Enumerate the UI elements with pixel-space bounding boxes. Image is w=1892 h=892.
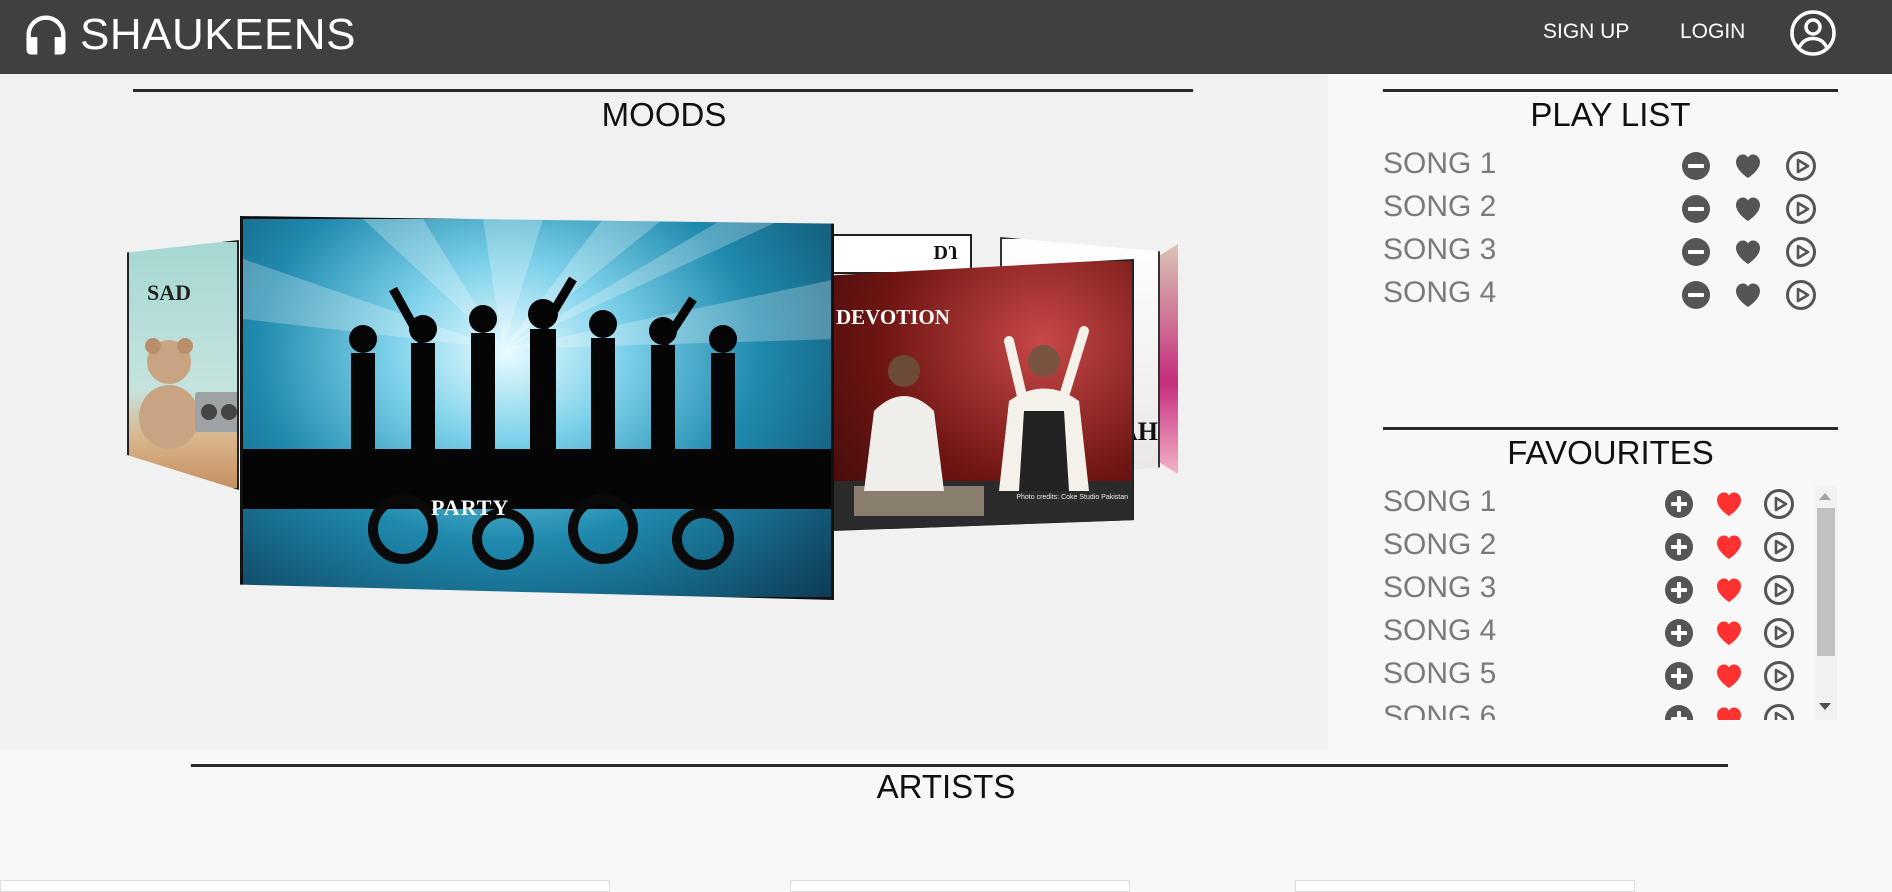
heart-icon[interactable]: [1713, 488, 1745, 520]
favourite-row[interactable]: SONG 1: [1383, 485, 1823, 528]
signup-link[interactable]: SIGN UP: [1543, 20, 1629, 44]
artists-title: ARTISTS: [876, 768, 1016, 805]
scroll-up-icon[interactable]: [1819, 493, 1831, 500]
mood-card-label: PARTY: [431, 495, 510, 520]
playlist-row[interactable]: SONG 3: [1383, 233, 1823, 276]
mood-card-label: SAD: [147, 280, 192, 305]
mood-card-devotion[interactable]: DEVOTION Photo credits: Coke Studio Paki…: [832, 259, 1134, 531]
photo-credit: Photo credits: Coke Studio Pakistan: [1016, 494, 1128, 501]
favourite-row[interactable]: SONG 4: [1383, 614, 1823, 657]
favourites-divider: [1383, 427, 1838, 430]
add-icon[interactable]: [1663, 488, 1695, 520]
play-icon[interactable]: [1763, 703, 1795, 720]
song-name: SONG 1: [1383, 147, 1497, 180]
favourite-row[interactable]: SONG 3: [1383, 571, 1823, 614]
account-circle-icon[interactable]: [1789, 9, 1837, 57]
moods-title: MOODS: [601, 96, 727, 133]
song-name: SONG 3: [1383, 571, 1497, 604]
play-icon[interactable]: [1763, 574, 1795, 606]
play-icon[interactable]: [1785, 150, 1817, 182]
heart-icon[interactable]: [1732, 150, 1764, 182]
heart-icon[interactable]: [1732, 193, 1764, 225]
teddy-bear-illustration: [139, 338, 237, 449]
favourites-title: FAVOURITES: [1507, 434, 1714, 471]
artist-card[interactable]: [1295, 880, 1635, 892]
add-icon[interactable]: [1663, 574, 1695, 606]
heart-icon[interactable]: [1713, 617, 1745, 649]
remove-icon[interactable]: [1680, 150, 1712, 182]
artist-card[interactable]: [790, 880, 1130, 892]
play-icon[interactable]: [1763, 531, 1795, 563]
top-bar: SHAUKEENS SIGN UP LOGIN: [0, 0, 1892, 74]
play-icon[interactable]: [1763, 488, 1795, 520]
song-name: SONG 5: [1383, 657, 1497, 690]
remove-icon[interactable]: [1680, 236, 1712, 268]
song-name: SONG 2: [1383, 190, 1497, 223]
mood-card-sad[interactable]: SAD: [127, 240, 239, 490]
favourites-list[interactable]: SONG 1 SONG 2 SONG 3 SONG 4 SONG 5 SONG 6: [1383, 480, 1838, 720]
heart-icon[interactable]: [1713, 574, 1745, 606]
heart-icon[interactable]: [1713, 660, 1745, 692]
playlist-title: PLAY LIST: [1530, 96, 1691, 133]
song-name: SONG 2: [1383, 528, 1497, 561]
headphones-icon: [26, 15, 66, 55]
heart-icon[interactable]: [1713, 703, 1745, 720]
favourite-row[interactable]: SONG 6: [1383, 700, 1823, 720]
playlist-row[interactable]: SONG 1: [1383, 147, 1823, 190]
play-icon[interactable]: [1763, 660, 1795, 692]
play-icon[interactable]: [1785, 193, 1817, 225]
moods-divider: [133, 89, 1193, 92]
play-icon[interactable]: [1763, 617, 1795, 649]
heart-icon[interactable]: [1713, 531, 1745, 563]
mood-card-label: DJ: [933, 241, 958, 263]
song-name: SONG 6: [1383, 700, 1497, 720]
add-icon[interactable]: [1663, 660, 1695, 692]
playlist-row[interactable]: SONG 4: [1383, 276, 1823, 319]
dancers-illustration: [243, 219, 831, 570]
heart-icon[interactable]: [1732, 236, 1764, 268]
moods-panel: MOODS DJ AH DEVOTION Photo credits: Coke…: [0, 74, 1328, 750]
brand[interactable]: SHAUKEENS: [20, 9, 356, 61]
artists-divider: [191, 764, 1728, 767]
add-icon[interactable]: [1663, 617, 1695, 649]
remove-icon[interactable]: [1680, 279, 1712, 311]
favourite-row[interactable]: SONG 5: [1383, 657, 1823, 700]
song-name: SONG 4: [1383, 276, 1497, 309]
song-name: SONG 3: [1383, 233, 1497, 266]
login-link[interactable]: LOGIN: [1680, 20, 1745, 44]
scrollbar-thumb[interactable]: [1817, 508, 1835, 656]
mood-card-party[interactable]: PARTY: [240, 216, 834, 600]
playlist-divider: [1383, 89, 1838, 92]
add-icon[interactable]: [1663, 703, 1695, 720]
add-icon[interactable]: [1663, 531, 1695, 563]
play-icon[interactable]: [1785, 279, 1817, 311]
brand-name: SHAUKEENS: [80, 10, 356, 59]
remove-icon[interactable]: [1680, 193, 1712, 225]
playlist-row[interactable]: SONG 2: [1383, 190, 1823, 233]
mood-card-dj[interactable]: DJ: [832, 234, 972, 274]
artist-card[interactable]: [0, 880, 610, 892]
heart-icon[interactable]: [1732, 279, 1764, 311]
scroll-down-icon[interactable]: [1819, 703, 1831, 710]
play-icon[interactable]: [1785, 236, 1817, 268]
song-name: SONG 4: [1383, 614, 1497, 647]
favourite-row[interactable]: SONG 2: [1383, 528, 1823, 571]
song-name: SONG 1: [1383, 485, 1497, 518]
